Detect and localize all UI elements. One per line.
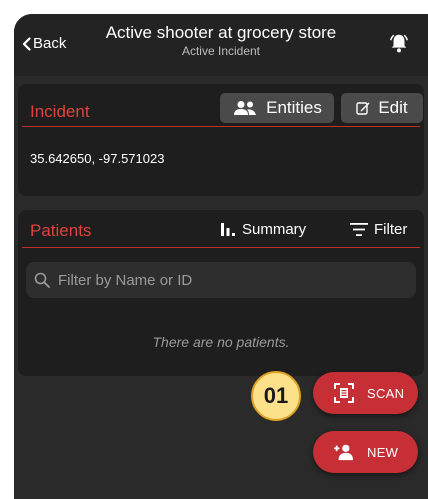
bar-chart-icon [221,223,235,236]
patient-search[interactable] [26,262,416,298]
filter-icon [350,223,368,236]
entities-button[interactable]: Entities [220,93,334,123]
scan-button[interactable]: SCAN [313,372,418,414]
patients-card: Patients Summary Filter Ther [18,210,424,376]
people-icon [234,101,257,115]
incident-coordinates: 35.642650, -97.571023 [30,151,165,166]
new-patient-button[interactable]: NEW [313,431,418,473]
search-icon [34,272,50,288]
incident-card: Incident Entities Edit 35.642650, -97.57… [18,84,424,196]
app-window: Back Active shooter at grocery store Act… [14,14,428,499]
summary-button[interactable]: Summary [220,221,306,238]
annotation-badge: 01 [251,371,301,421]
page-subtitle: Active Incident [181,44,261,58]
scan-icon [334,383,354,403]
entities-label: Entities [266,98,322,117]
add-user-icon [334,444,354,461]
filter-button[interactable]: Filter [350,221,407,238]
patients-section-title: Patients [30,221,92,240]
empty-state-text: There are no patients. [152,334,290,350]
edit-label: Edit [378,98,408,117]
edit-icon [356,102,370,115]
filter-label: Filter [374,221,408,238]
nav-header: Back Active shooter at grocery store Act… [14,14,428,76]
patients-divider [22,247,420,248]
search-input[interactable] [56,270,400,290]
edit-button[interactable]: Edit [341,93,423,123]
summary-label: Summary [242,221,307,238]
incident-divider [22,126,420,127]
page-title: Active shooter at grocery store [105,23,337,42]
new-label: NEW [367,444,399,460]
scan-label: SCAN [367,385,405,401]
incident-section-title: Incident [30,102,90,121]
bell-icon[interactable] [388,32,410,54]
